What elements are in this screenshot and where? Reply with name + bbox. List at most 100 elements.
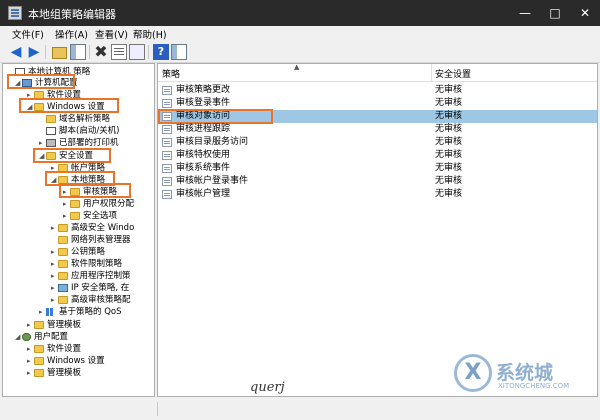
tree-item[interactable]: ◢ 用户配置 bbox=[15, 331, 68, 343]
tree-item[interactable]: ▸ 安全选项 bbox=[63, 210, 117, 222]
folder-icon bbox=[58, 235, 68, 244]
folder-icon bbox=[58, 295, 68, 304]
back-arrow-icon[interactable]: ◀ bbox=[8, 44, 24, 60]
show-hide-tree-icon[interactable] bbox=[70, 44, 86, 60]
menu-help[interactable]: 帮助(H) bbox=[133, 27, 167, 41]
toolbar: ◀ ▶ ✖ ? bbox=[0, 42, 600, 63]
folder-icon bbox=[34, 344, 44, 353]
menu-view[interactable]: 查看(V) bbox=[95, 27, 128, 41]
tree-item[interactable]: ▸ 高级审核策略配 bbox=[51, 294, 131, 306]
properties-icon[interactable] bbox=[111, 44, 127, 60]
tree-item[interactable]: ▸ 管理模板 bbox=[27, 367, 81, 379]
tree-item[interactable]: ▸ 公钥策略 bbox=[51, 246, 105, 258]
annotation-highlight-box bbox=[7, 74, 75, 89]
tree-item[interactable]: ▸ 软件设置 bbox=[27, 343, 81, 355]
expand-toggle-icon[interactable]: ▸ bbox=[51, 294, 58, 306]
status-bar bbox=[0, 398, 600, 420]
policy-row[interactable]: 审核特权使用 无审核 bbox=[158, 149, 597, 162]
tree-item[interactable]: 域名解析策略 bbox=[39, 113, 110, 125]
title-bar: 本地组策略编辑器 — □ ✕ bbox=[0, 0, 600, 26]
expand-toggle-icon[interactable]: ▸ bbox=[51, 222, 58, 234]
expand-toggle-icon[interactable]: ▸ bbox=[51, 246, 58, 258]
column-header-policy[interactable]: 策略 bbox=[162, 67, 180, 80]
tree-item-label: 软件设置 bbox=[47, 344, 82, 354]
tree-item[interactable]: 网络列表管理器 bbox=[51, 234, 131, 246]
console-tree[interactable]: 本地计算机 策略 ◢ 计算机配置 ▸ 软件设置 ◢ Windows 设置 域名解析策略 脚本(启… bbox=[2, 63, 155, 397]
list-header: 策略 ▲ 安全设置 bbox=[158, 64, 597, 82]
policy-row[interactable]: 审核进程跟踪 无审核 bbox=[158, 123, 597, 136]
toolbar-separator bbox=[45, 45, 46, 59]
policy-setting: 无审核 bbox=[435, 111, 463, 121]
policy-name: 审核特权使用 bbox=[176, 150, 231, 160]
sort-ascending-icon: ▲ bbox=[294, 63, 300, 71]
policy-row[interactable]: 审核帐户管理 无审核 bbox=[158, 188, 597, 201]
policy-row[interactable]: 审核对象访问 无审核 bbox=[158, 109, 597, 124]
policy-row[interactable]: 审核策略更改 无审核 bbox=[158, 84, 597, 97]
close-button[interactable]: ✕ bbox=[570, 0, 600, 26]
tree-item[interactable]: ▸ Windows 设置 bbox=[27, 355, 105, 367]
expand-toggle-icon[interactable]: ▸ bbox=[63, 198, 70, 210]
tree-item-label: 用户权限分配 bbox=[83, 199, 135, 209]
window-title: 本地组策略编辑器 bbox=[28, 8, 116, 21]
maximize-button[interactable]: □ bbox=[540, 0, 570, 26]
policy-item-icon bbox=[162, 86, 172, 95]
tree-item[interactable]: ▸ 管理模板 bbox=[27, 319, 81, 331]
forward-arrow-icon[interactable]: ▶ bbox=[26, 44, 42, 60]
expand-toggle-icon[interactable]: ▸ bbox=[27, 319, 34, 331]
policy-item-icon bbox=[162, 138, 172, 147]
tree-item[interactable]: ▸ 用户权限分配 bbox=[63, 198, 134, 210]
tree-item[interactable]: 脚本(启动/关机) bbox=[39, 125, 120, 137]
expand-toggle-icon[interactable]: ▸ bbox=[27, 355, 34, 367]
folder-icon bbox=[70, 211, 80, 220]
expand-toggle-icon[interactable]: ▸ bbox=[39, 306, 46, 318]
annotation-highlight-box bbox=[59, 183, 131, 198]
tree-item[interactable]: ▸ 软件限制策略 bbox=[51, 258, 122, 270]
details-pane: 策略 ▲ 安全设置 审核策略更改 无审核 审核登录事件 无审核 审核对象访问 无审核 审核进… bbox=[157, 63, 598, 397]
expand-toggle-icon[interactable]: ▸ bbox=[51, 270, 58, 282]
policy-item-icon bbox=[162, 177, 172, 186]
folder-icon bbox=[58, 223, 68, 232]
expand-toggle-icon[interactable]: ▸ bbox=[63, 210, 70, 222]
policy-name: 审核帐户登录事件 bbox=[176, 176, 249, 186]
tree-item-label: IP 安全策略, 在 bbox=[71, 283, 130, 293]
policy-row[interactable]: 审核目录服务访问 无审核 bbox=[158, 136, 597, 149]
expand-toggle-icon[interactable]: ◢ bbox=[15, 331, 22, 343]
policy-name: 审核进程跟踪 bbox=[176, 124, 231, 134]
tree-item[interactable]: ▸ IP 安全策略, 在 bbox=[51, 282, 129, 294]
policy-setting: 无审核 bbox=[435, 176, 463, 186]
tree-item[interactable]: ▸ 应用程序控制策 bbox=[51, 270, 131, 282]
up-folder-icon[interactable] bbox=[52, 47, 67, 59]
user-icon bbox=[22, 332, 31, 341]
app-icon bbox=[8, 6, 22, 20]
tree-item-label: 网络列表管理器 bbox=[71, 235, 131, 245]
folder-icon bbox=[58, 271, 68, 280]
folder-icon bbox=[34, 320, 44, 329]
show-hide-action-pane-icon[interactable] bbox=[171, 44, 187, 60]
expand-toggle-icon[interactable]: ▸ bbox=[51, 282, 58, 294]
minimize-button[interactable]: — bbox=[510, 0, 540, 26]
expand-toggle-icon[interactable]: ▸ bbox=[51, 258, 58, 270]
policy-item-icon bbox=[162, 190, 172, 199]
policy-item-icon bbox=[162, 99, 172, 108]
menu-bar: 文件(F) 操作(A) 查看(V) 帮助(H) bbox=[0, 26, 600, 42]
expand-toggle-icon[interactable]: ▸ bbox=[27, 367, 34, 379]
menu-action[interactable]: 操作(A) bbox=[55, 27, 88, 41]
column-divider[interactable] bbox=[431, 64, 432, 81]
tree-item-label: 已部署的打印机 bbox=[59, 138, 119, 148]
tree-item[interactable]: ▸ 基于策略的 QoS bbox=[39, 306, 122, 318]
policy-setting: 无审核 bbox=[435, 98, 463, 108]
policy-row[interactable]: 审核帐户登录事件 无审核 bbox=[158, 175, 597, 188]
policy-row[interactable]: 审核系统事件 无审核 bbox=[158, 162, 597, 175]
delete-icon[interactable]: ✖ bbox=[93, 44, 109, 60]
tree-item[interactable]: ▸ 高级安全 Windo bbox=[51, 222, 134, 234]
folder-icon bbox=[58, 247, 68, 256]
expand-toggle-icon[interactable]: ▸ bbox=[27, 343, 34, 355]
menu-file[interactable]: 文件(F) bbox=[12, 27, 44, 41]
tree-item-label: 安全选项 bbox=[83, 211, 118, 221]
annotation-highlight-box bbox=[33, 148, 111, 163]
group-policy-editor-window: 本地组策略编辑器 — □ ✕ 文件(F) 操作(A) 查看(V) 帮助(H) ◀… bbox=[0, 0, 600, 420]
export-list-icon[interactable] bbox=[129, 44, 145, 60]
column-header-security-setting[interactable]: 安全设置 bbox=[435, 67, 471, 80]
help-icon[interactable]: ? bbox=[153, 44, 169, 60]
script-icon bbox=[46, 126, 56, 135]
